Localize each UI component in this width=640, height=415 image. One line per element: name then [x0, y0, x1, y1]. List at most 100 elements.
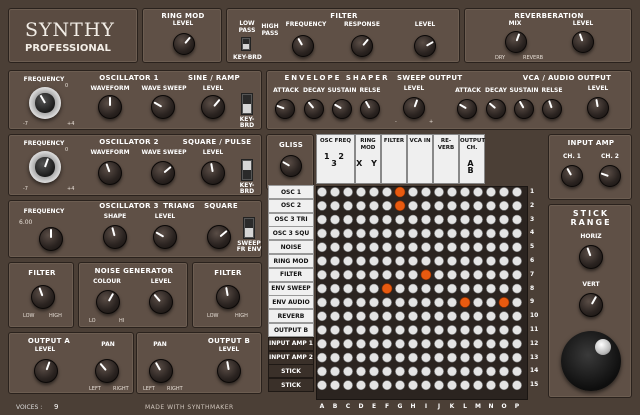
matrix-pin[interactable]	[317, 352, 327, 363]
matrix-pin[interactable]	[382, 352, 392, 363]
matrix-pin[interactable]	[408, 256, 418, 266]
matrix-pin[interactable]	[330, 214, 340, 225]
env-vca-level-knob[interactable]	[587, 97, 609, 119]
env-sweep-release-knob[interactable]	[360, 99, 380, 119]
matrix-pin[interactable]	[395, 242, 405, 253]
matrix-pin[interactable]	[382, 338, 392, 349]
matrix-pin[interactable]	[512, 297, 522, 308]
matrix-pin[interactable]	[408, 380, 418, 391]
matrix-pin[interactable]	[486, 242, 496, 253]
matrix-pin[interactable]	[499, 338, 509, 349]
matrix-pin[interactable]	[330, 200, 340, 211]
filter-bottom2-knob[interactable]	[216, 285, 240, 309]
matrix-pin[interactable]	[421, 325, 431, 335]
matrix-pin[interactable]	[512, 325, 522, 335]
matrix-pin[interactable]	[421, 380, 431, 391]
matrix-pin[interactable]	[369, 200, 379, 211]
env-vca-sustain-knob[interactable]	[514, 99, 534, 119]
matrix-pin[interactable]	[434, 297, 444, 308]
matrix-pin[interactable]	[408, 187, 418, 197]
matrix-pin[interactable]	[512, 200, 522, 211]
matrix-pin[interactable]	[460, 352, 470, 363]
matrix-pin[interactable]	[486, 187, 496, 197]
matrix-pin[interactable]	[460, 228, 470, 239]
matrix-pin[interactable]	[317, 325, 327, 335]
matrix-pin[interactable]	[330, 297, 340, 308]
matrix-pin[interactable]	[343, 366, 353, 377]
matrix-pin[interactable]	[382, 256, 392, 266]
matrix-pin[interactable]	[369, 325, 379, 335]
matrix-pin[interactable]	[434, 283, 444, 294]
matrix-pin[interactable]	[447, 297, 457, 308]
matrix-pin[interactable]	[473, 283, 483, 294]
env-vca-attack-knob[interactable]	[457, 99, 477, 119]
matrix-pin[interactable]	[512, 311, 522, 322]
matrix-pin[interactable]	[395, 228, 405, 239]
matrix-pin[interactable]	[369, 214, 379, 225]
matrix-pin[interactable]	[395, 283, 405, 294]
voices-value[interactable]: 9	[54, 403, 58, 411]
matrix-pin[interactable]	[447, 269, 457, 280]
matrix-pin[interactable]	[317, 242, 327, 253]
env-sweep-decay-knob[interactable]	[304, 99, 324, 119]
matrix-pin[interactable]	[395, 380, 405, 391]
filter-frequency-knob[interactable]	[292, 35, 314, 57]
matrix-pin[interactable]	[460, 366, 470, 377]
matrix-pin[interactable]	[512, 283, 522, 294]
matrix-pin[interactable]	[317, 297, 327, 308]
matrix-pin[interactable]	[317, 200, 327, 211]
matrix-pin[interactable]	[408, 200, 418, 211]
matrix-pin[interactable]	[447, 352, 457, 363]
matrix-pin[interactable]	[330, 325, 340, 335]
joystick[interactable]	[561, 331, 621, 391]
matrix-pin[interactable]	[486, 228, 496, 239]
matrix-pin[interactable]	[460, 311, 470, 322]
matrix-pin[interactable]	[460, 200, 470, 211]
matrix-pin-active[interactable]	[394, 200, 406, 212]
matrix-pin[interactable]	[512, 269, 522, 280]
matrix-pin[interactable]	[356, 311, 366, 322]
matrix-pin[interactable]	[421, 297, 431, 308]
matrix-pin[interactable]	[330, 256, 340, 266]
output-b-pan-knob[interactable]	[149, 359, 173, 383]
matrix-pin[interactable]	[512, 214, 522, 225]
osc2-frequency-knob[interactable]	[29, 151, 61, 183]
matrix-pin[interactable]	[330, 269, 340, 280]
joystick-handle[interactable]	[595, 339, 611, 355]
input-amp-ch1-knob[interactable]	[561, 165, 583, 187]
matrix-pin[interactable]	[343, 380, 353, 391]
osc1-frequency-knob[interactable]	[29, 87, 61, 119]
output-a-level-knob[interactable]	[34, 359, 58, 383]
matrix-pin[interactable]	[356, 242, 366, 253]
matrix-pin[interactable]	[421, 256, 431, 266]
matrix-pin[interactable]	[473, 338, 483, 349]
matrix-pin[interactable]	[473, 297, 483, 308]
matrix-pin[interactable]	[434, 242, 444, 253]
matrix-pin[interactable]	[486, 283, 496, 294]
matrix-pin[interactable]	[473, 325, 483, 335]
matrix-pin[interactable]	[434, 200, 444, 211]
matrix-pin[interactable]	[369, 242, 379, 253]
matrix-pin[interactable]	[499, 242, 509, 253]
matrix-pin[interactable]	[343, 200, 353, 211]
matrix-pin[interactable]	[499, 228, 509, 239]
matrix-pin[interactable]	[447, 200, 457, 211]
matrix-pin[interactable]	[408, 311, 418, 322]
matrix-pin[interactable]	[499, 325, 509, 335]
matrix-pin[interactable]	[408, 366, 418, 377]
matrix-pin[interactable]	[369, 297, 379, 308]
osc1-waveform-knob[interactable]	[98, 95, 122, 119]
output-a-pan-knob[interactable]	[95, 359, 119, 383]
gliss-knob[interactable]	[280, 155, 302, 177]
matrix-pin[interactable]	[512, 338, 522, 349]
matrix-pin[interactable]	[512, 366, 522, 377]
matrix-pin[interactable]	[369, 311, 379, 322]
matrix-pin-active[interactable]	[420, 269, 432, 281]
matrix-pin[interactable]	[317, 214, 327, 225]
matrix-pin[interactable]	[486, 352, 496, 363]
matrix-pin[interactable]	[473, 366, 483, 377]
osc1-level-knob[interactable]	[201, 95, 225, 119]
matrix-pin[interactable]	[395, 256, 405, 266]
matrix-pin[interactable]	[447, 325, 457, 335]
matrix-pin[interactable]	[499, 311, 509, 322]
